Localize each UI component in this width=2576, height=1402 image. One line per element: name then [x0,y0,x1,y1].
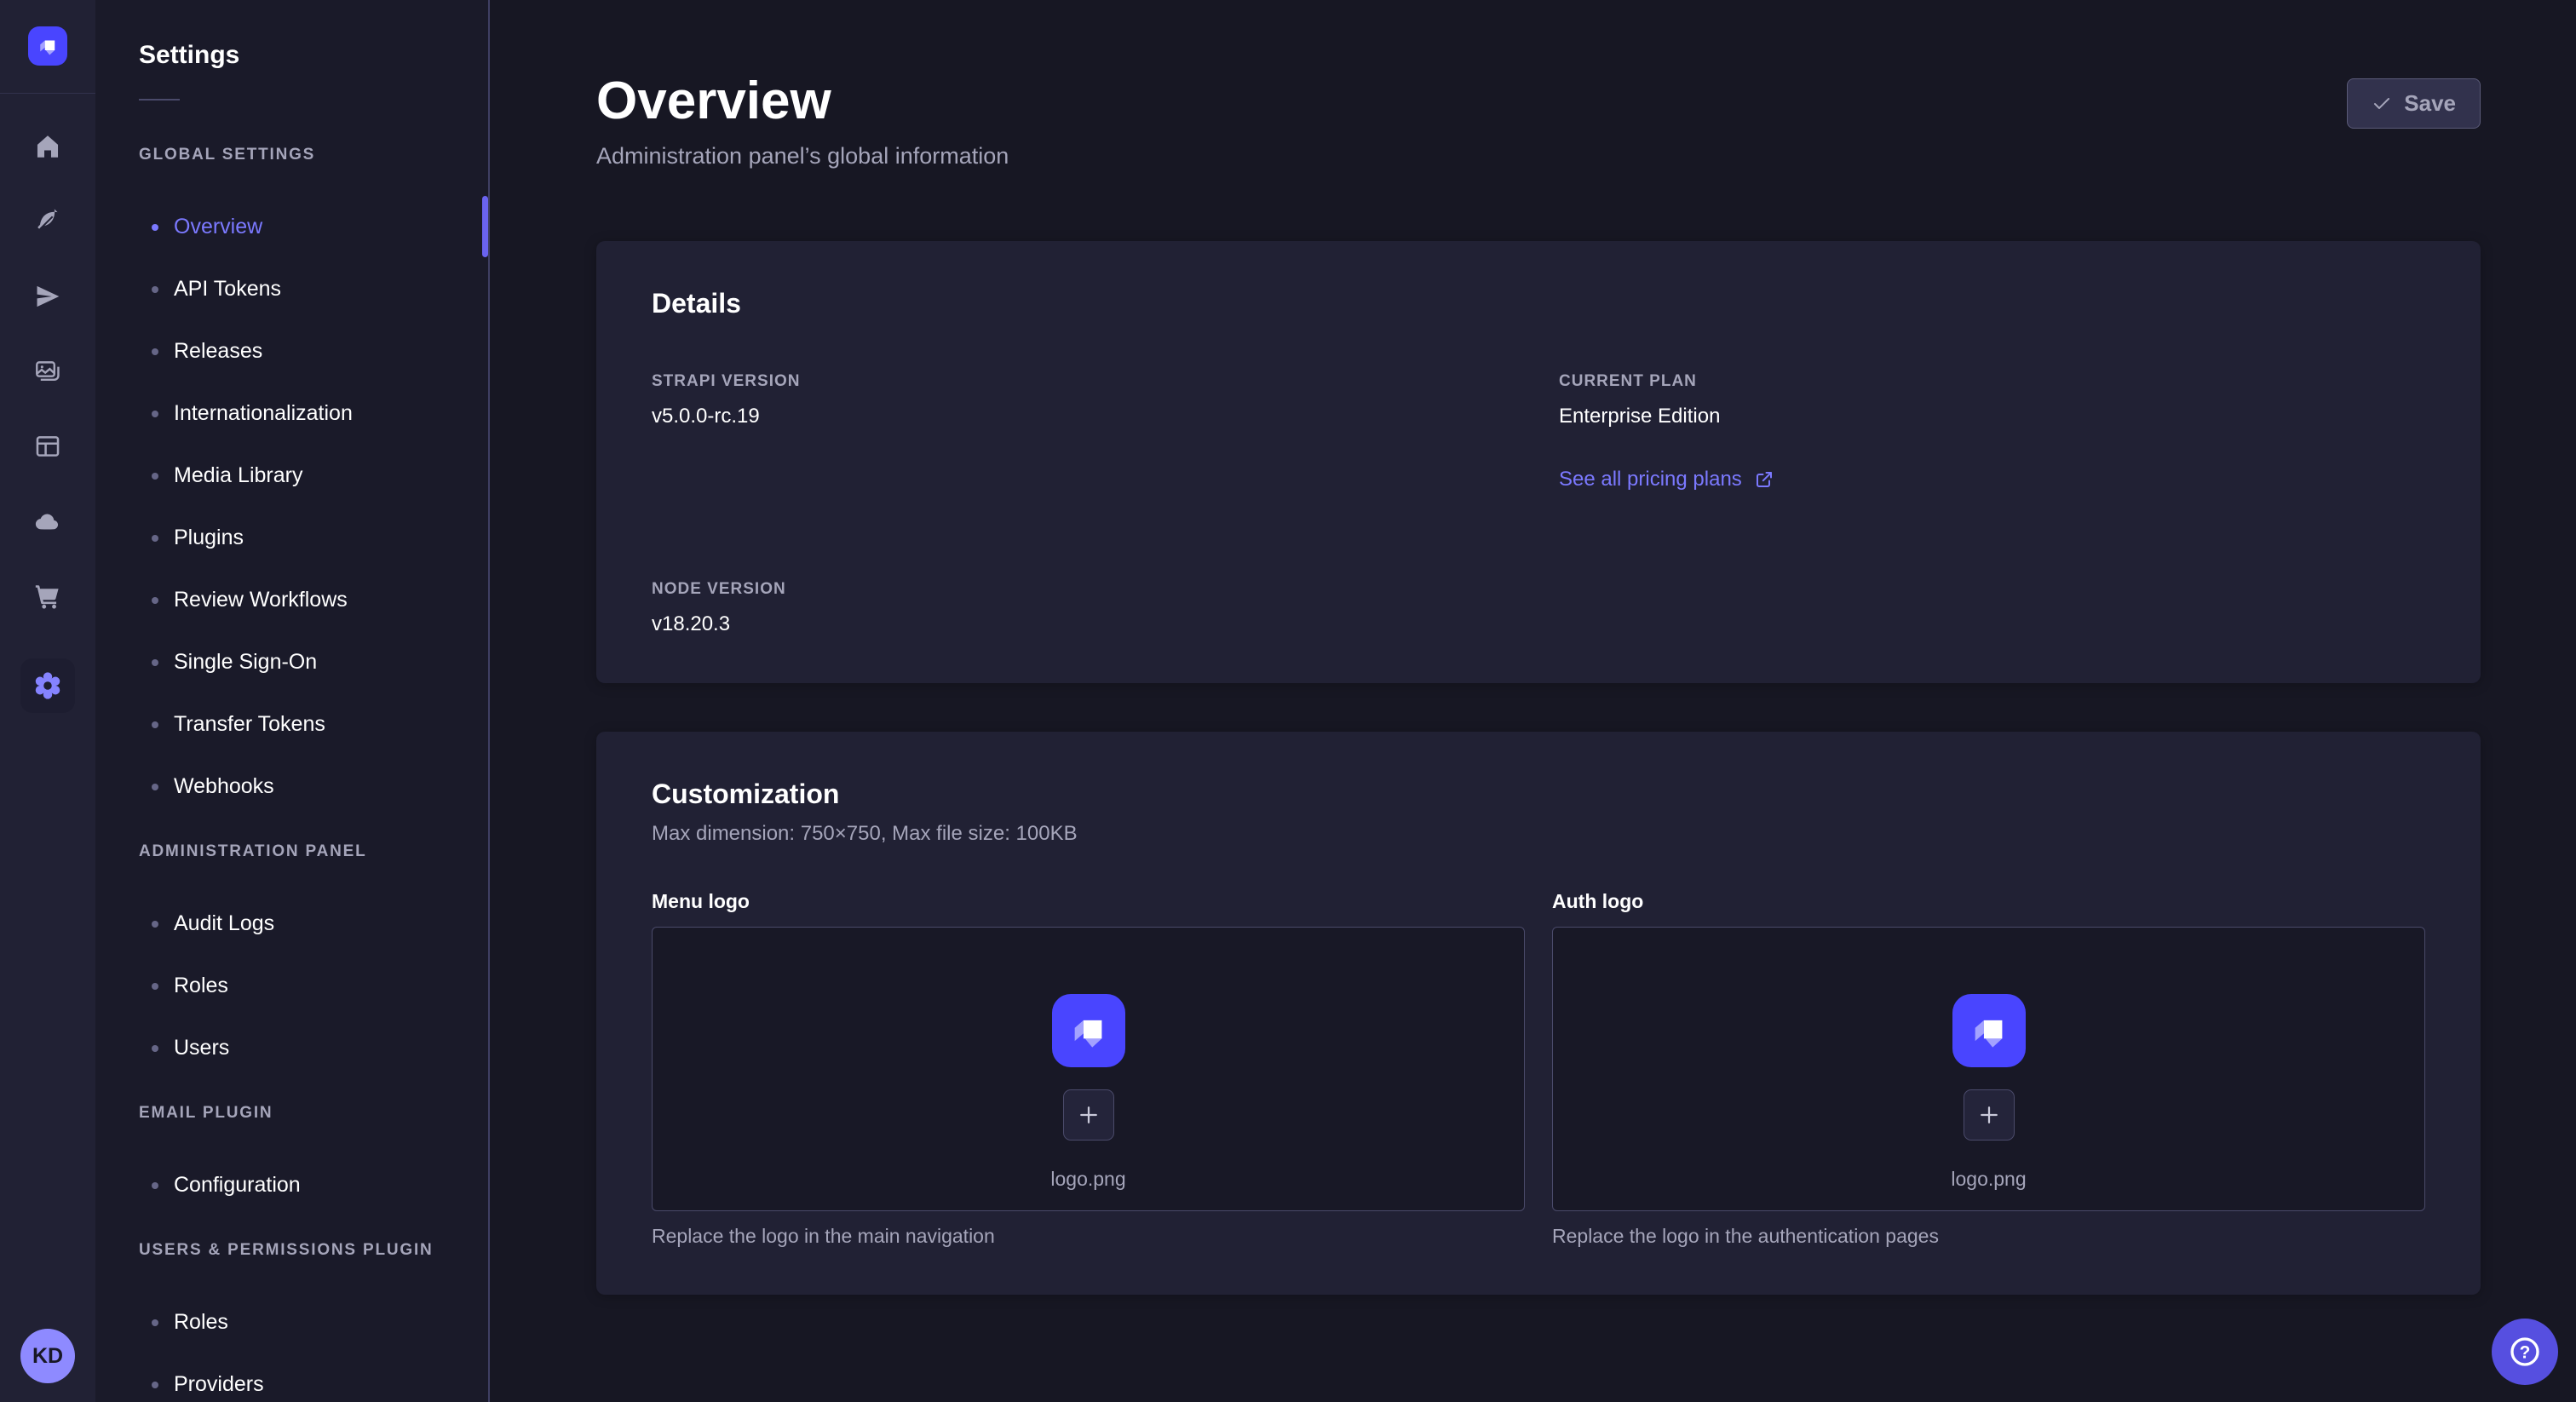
bullet-icon [152,535,158,542]
email-plugin-list: Configuration [95,1154,488,1216]
sidebar-item-email-configuration[interactable]: Configuration [95,1154,488,1216]
bullet-icon [152,1382,158,1388]
main-content: Overview Administration panel’s global i… [490,0,2576,1402]
sidebar-item-internationalization[interactable]: Internationalization [95,382,488,445]
bullet-icon [152,721,158,728]
check-icon [2372,94,2392,114]
strapi-version-field: STRAPI VERSION v5.0.0-rc.19 [652,372,1518,491]
menu-logo-caption: Replace the logo in the main navigation [652,1225,1525,1248]
current-plan-field: CURRENT PLAN Enterprise Edition See all … [1559,372,2425,491]
page-subtitle: Administration panel’s global informatio… [596,143,1009,170]
page-title: Overview [596,75,1009,128]
sidebar-item-media-library[interactable]: Media Library [95,445,488,507]
menu-logo-block: Menu logo logo.png Replace the logo in t… [652,890,1525,1248]
details-card-title: Details [652,288,2425,319]
bullet-icon [152,348,158,355]
bullet-icon [152,1182,158,1189]
svg-text:?: ? [2520,1342,2531,1362]
bullet-icon [152,597,158,604]
section-heading-email-plugin: EMAIL PLUGIN [139,1103,488,1123]
node-version-field: NODE VERSION v18.20.3 [652,580,1518,636]
global-settings-list: Overview API Tokens Releases Internation… [95,196,488,818]
customization-card: Customization Max dimension: 750×750, Ma… [596,732,2481,1295]
sidebar-item-plugins[interactable]: Plugins [95,507,488,569]
user-avatar[interactable]: KD [20,1329,75,1383]
bullet-icon [152,983,158,990]
section-heading-global-settings: GLOBAL SETTINGS [139,145,488,165]
users-permissions-list: Roles Providers [95,1291,488,1402]
auth-logo-block: Auth logo logo.png Replace the logo in t… [1552,890,2425,1248]
bullet-icon [152,784,158,790]
sidebar-item-releases[interactable]: Releases [95,320,488,382]
sidebar-item-audit-logs[interactable]: Audit Logs [95,893,488,955]
sidebar-item-api-tokens[interactable]: API Tokens [95,258,488,320]
sidebar-item-overview[interactable]: Overview [95,196,488,258]
question-mark-icon: ? [2508,1335,2542,1369]
section-heading-users-permissions-plugin: USERS & PERMISSIONS PLUGIN [139,1240,488,1261]
subnav-title-divider [139,99,180,101]
settings-gear-icon[interactable] [20,658,75,713]
home-icon[interactable] [33,132,62,161]
bullet-icon [152,411,158,417]
bullet-icon [152,473,158,480]
marketplace-cart-icon[interactable] [33,582,62,611]
plus-icon [1076,1102,1101,1128]
administration-panel-list: Audit Logs Roles Users [95,893,488,1079]
sidebar-item-admin-roles[interactable]: Roles [95,955,488,1017]
subnav-title: Settings [139,41,488,70]
bullet-icon [152,1319,158,1326]
plus-icon [1976,1102,2002,1128]
external-link-icon [1754,469,1774,490]
subnav-scrollbar-thumb[interactable] [482,196,488,257]
rail-divider [0,93,95,94]
customization-constraints: Max dimension: 750×750, Max file size: 1… [652,822,2425,846]
auth-logo-caption: Replace the logo in the authentication p… [1552,1225,2425,1248]
media-library-images-icon[interactable] [33,357,62,386]
strapi-logo-icon[interactable] [28,26,67,66]
pricing-plans-link[interactable]: See all pricing plans [1559,468,1774,491]
cloud-icon[interactable] [33,507,62,536]
bullet-icon [152,921,158,928]
bullet-icon [152,1045,158,1052]
auth-logo-dropzone[interactable]: logo.png [1552,927,2425,1211]
menu-logo-filename: logo.png [1050,1168,1125,1191]
bullet-icon [152,286,158,293]
section-heading-administration-panel: ADMINISTRATION PANEL [139,842,488,862]
sidebar-item-webhooks[interactable]: Webhooks [95,756,488,818]
sidebar-item-review-workflows[interactable]: Review Workflows [95,569,488,631]
sidebar-item-transfer-tokens[interactable]: Transfer Tokens [95,693,488,756]
auth-logo-filename: logo.png [1951,1168,2026,1191]
auth-logo-preview-strapi-icon [1952,994,2026,1067]
settings-subnav: Settings GLOBAL SETTINGS Overview API To… [95,0,490,1402]
releases-paper-plane-icon[interactable] [33,282,62,311]
bullet-icon [152,224,158,231]
sidebar-item-up-providers[interactable]: Providers [95,1353,488,1402]
menu-logo-preview-strapi-icon [1052,994,1125,1067]
content-manager-feather-icon[interactable] [33,207,62,236]
main-nav-rail: KD [0,0,95,1402]
sidebar-item-up-roles[interactable]: Roles [95,1291,488,1353]
help-button[interactable]: ? [2492,1319,2558,1385]
auth-logo-add-button[interactable] [1964,1089,2015,1141]
page-header: Overview Administration panel’s global i… [596,75,2481,170]
customization-card-title: Customization [652,779,2425,810]
menu-logo-add-button[interactable] [1063,1089,1114,1141]
rail-nav [20,132,75,713]
sidebar-item-single-sign-on[interactable]: Single Sign-On [95,631,488,693]
details-card: Details STRAPI VERSION v5.0.0-rc.19 CURR… [596,241,2481,683]
menu-logo-dropzone[interactable]: logo.png [652,927,1525,1211]
content-type-builder-layout-icon[interactable] [33,432,62,461]
sidebar-item-admin-users[interactable]: Users [95,1017,488,1079]
bullet-icon [152,659,158,666]
save-button[interactable]: Save [2347,78,2481,129]
